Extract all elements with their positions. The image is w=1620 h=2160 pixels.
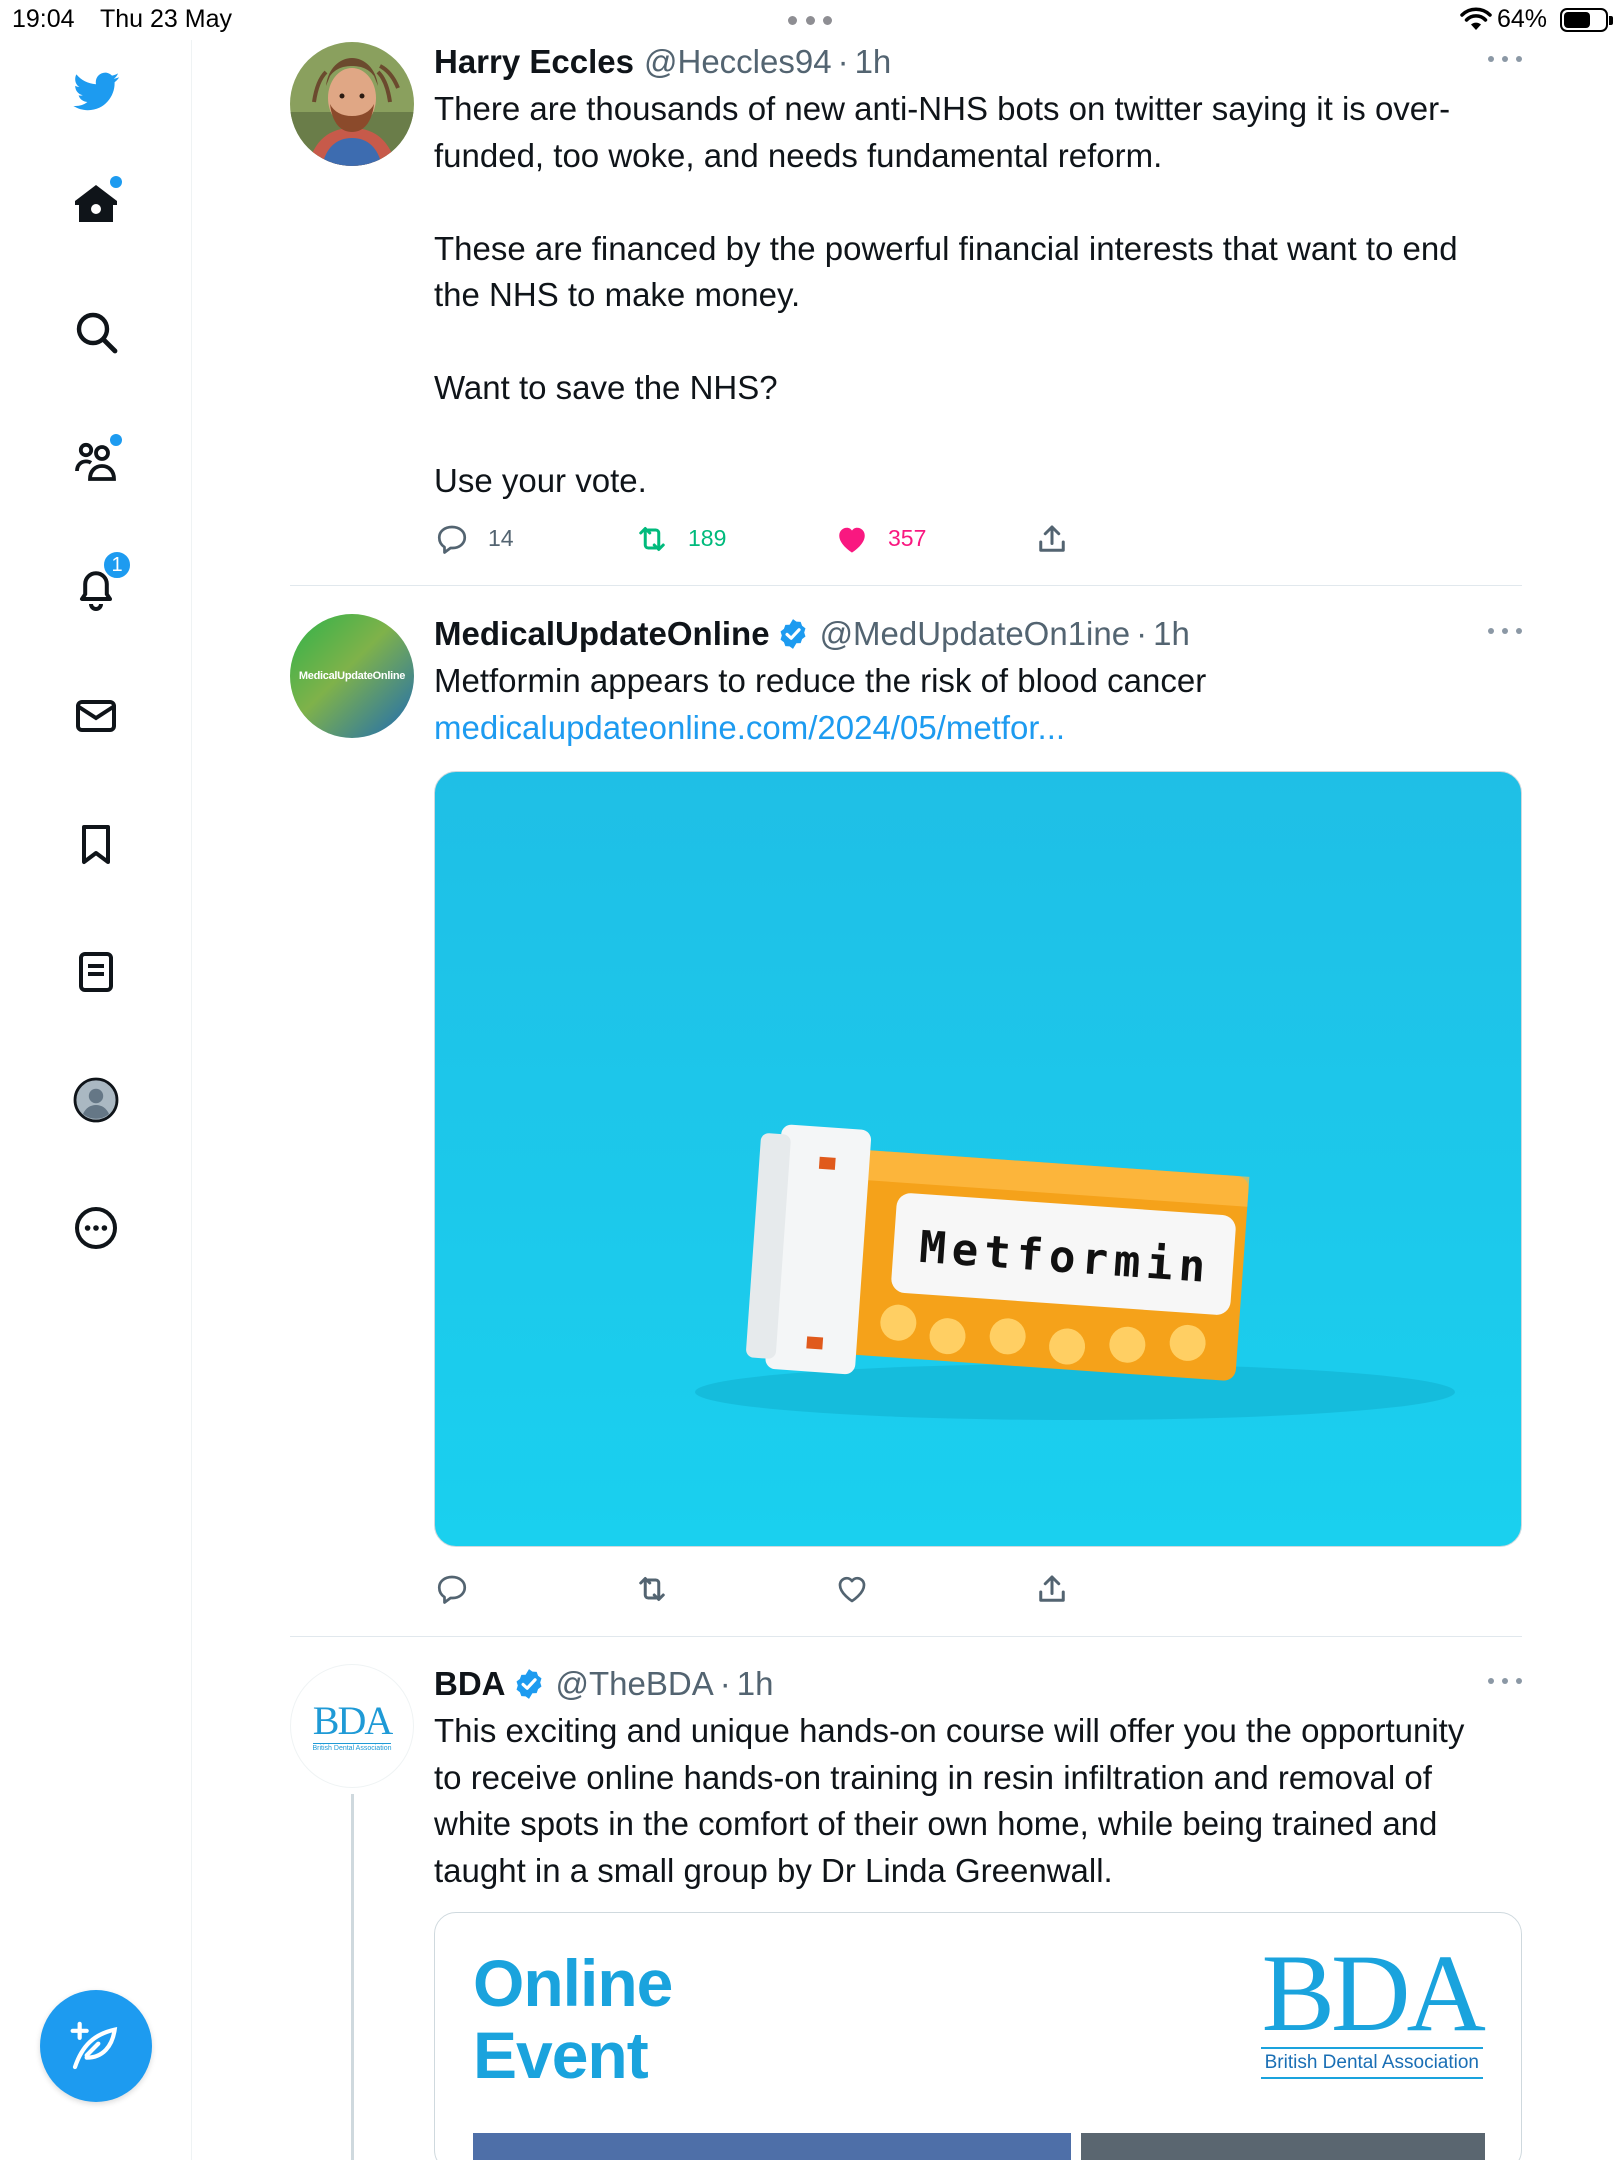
share-icon (1039, 525, 1065, 552)
wifi-icon (1460, 7, 1492, 30)
multitasking-dots-icon[interactable] (788, 16, 832, 25)
more-options-icon[interactable] (1488, 628, 1522, 636)
battery-icon (1560, 8, 1613, 32)
more-options-icon[interactable] (1488, 1678, 1522, 1686)
tweet[interactable]: Harry Eccles @Heccles94 · 1h There are t… (290, 42, 1522, 557)
card-title-line2: Event (473, 2018, 649, 2092)
battery-percent: 64% (1497, 5, 1548, 33)
notifications-count-badge: 1 (102, 550, 132, 580)
separator: · (837, 43, 849, 80)
tweet-card-image[interactable]: Online Event BDA British Dental Associat… (434, 1912, 1522, 2160)
reply-button[interactable]: 14 (434, 519, 514, 559)
verified-badge-icon (780, 619, 806, 649)
tweet-link[interactable]: medicalupdateonline.com/2024/05/metfor..… (434, 705, 1522, 752)
avatar-logo-subtext: British Dental Association (312, 1742, 392, 1752)
profile-avatar-icon[interactable] (64, 1068, 128, 1132)
retweet-icon (639, 526, 665, 551)
share-icon (1039, 1575, 1065, 1602)
card-banner-right (1081, 2133, 1485, 2160)
tweet-image[interactable]: Metformin (434, 771, 1522, 1547)
author-name[interactable]: MedicalUpdateOnline (434, 614, 770, 654)
battery-fill (1564, 12, 1590, 28)
card-bda-logo: BDA British Dental Association (1260, 1932, 1486, 2079)
tweet[interactable]: BDA British Dental Association BDA @TheB… (290, 1664, 1522, 2160)
separator: · (719, 1665, 731, 1702)
compose-tweet-button[interactable] (40, 1990, 152, 2102)
tweet-text: There are thousands of new anti-NHS bots… (434, 90, 1458, 499)
compose-tweet-icon (70, 2021, 118, 2070)
reply-icon (437, 1575, 467, 1604)
author-name[interactable]: BDA (434, 1664, 506, 1704)
share-button[interactable] (1034, 519, 1070, 559)
heart-filled-icon (839, 527, 865, 552)
thread-line (351, 1794, 354, 2160)
tweet-actions (434, 1569, 1522, 1609)
avatar[interactable] (290, 42, 414, 166)
tweet-time[interactable]: 1h (737, 1664, 774, 1704)
share-button[interactable] (1034, 1569, 1070, 1609)
separator: · (1136, 615, 1148, 652)
tweet-header: Harry Eccles @Heccles94 · 1h (434, 42, 1522, 82)
tweet-divider (290, 1636, 1522, 1637)
tweet-header: BDA @TheBDA · 1h (434, 1664, 1522, 1704)
avatar-logo-text: MedicalUpdateOnline (298, 670, 406, 682)
reply-button[interactable] (434, 1569, 470, 1609)
messages-envelope-icon[interactable] (64, 684, 128, 748)
like-count: 357 (888, 525, 927, 551)
card-title-line1: Online (473, 1946, 673, 2020)
tweet[interactable]: MedicalUpdateOnline MedicalUpdateOnline … (290, 614, 1522, 1614)
bookmark-icon[interactable] (64, 812, 128, 876)
tweet-text: Metformin appears to reduce the risk of … (434, 662, 1207, 699)
reply-count: 14 (488, 525, 514, 551)
retweet-count: 189 (688, 525, 727, 551)
author-name[interactable]: Harry Eccles (434, 42, 634, 82)
status-date: Thu 23 May (100, 5, 233, 33)
retweet-button[interactable] (634, 1569, 670, 1609)
like-button[interactable]: 357 (834, 519, 926, 559)
tweet-text: This exciting and unique hands-on course… (434, 1712, 1465, 1889)
status-time: 19:04 (12, 5, 75, 33)
tweet-divider (290, 585, 1522, 586)
avatar-logo-text: BDA (312, 1697, 393, 1743)
retweet-button[interactable]: 189 (634, 519, 726, 559)
avatar[interactable]: MedicalUpdateOnline (290, 614, 414, 738)
metformin-pill-bottle-image: Metformin (695, 1124, 1455, 1420)
tweet-actions: 14 189 357 (434, 519, 1522, 559)
avatar[interactable]: BDA British Dental Association (290, 1664, 414, 1788)
home-icon[interactable] (64, 172, 128, 236)
verified-badge-icon (516, 1669, 541, 1699)
notifications-bell-icon[interactable]: 1 (64, 550, 132, 620)
sidebar: 1 (0, 40, 192, 2160)
author-handle[interactable]: @MedUpdateOn1ine (820, 614, 1131, 654)
tweet-time[interactable]: 1h (1153, 614, 1190, 654)
card-logo-subtext: British Dental Association (1260, 2047, 1483, 2079)
communities-unread-dot (110, 434, 122, 446)
search-icon[interactable] (64, 300, 128, 364)
twitter-bird-icon[interactable] (64, 60, 128, 124)
like-button[interactable] (834, 1569, 870, 1609)
author-handle[interactable]: @Heccles94 (644, 42, 832, 82)
status-bar: 19:04 Thu 23 May 64% (0, 0, 1620, 40)
card-logo-text: BDA (1261, 1932, 1486, 2054)
heart-outline-icon (838, 1576, 866, 1603)
retweet-icon (639, 1577, 665, 1601)
tweet-header: MedicalUpdateOnline @MedUpdateOn1ine · 1… (434, 614, 1522, 654)
more-options-icon[interactable] (1488, 56, 1522, 64)
card-title: Online Event (473, 1946, 673, 2092)
reply-icon (437, 525, 467, 554)
card-banner-left (473, 2133, 1071, 2160)
communities-icon[interactable] (64, 428, 128, 492)
more-circle-icon[interactable] (64, 1196, 128, 1260)
lists-icon[interactable] (64, 940, 128, 1004)
author-handle[interactable]: @TheBDA (556, 1664, 714, 1704)
tweet-time[interactable]: 1h (855, 42, 892, 82)
home-unread-dot (110, 176, 122, 188)
